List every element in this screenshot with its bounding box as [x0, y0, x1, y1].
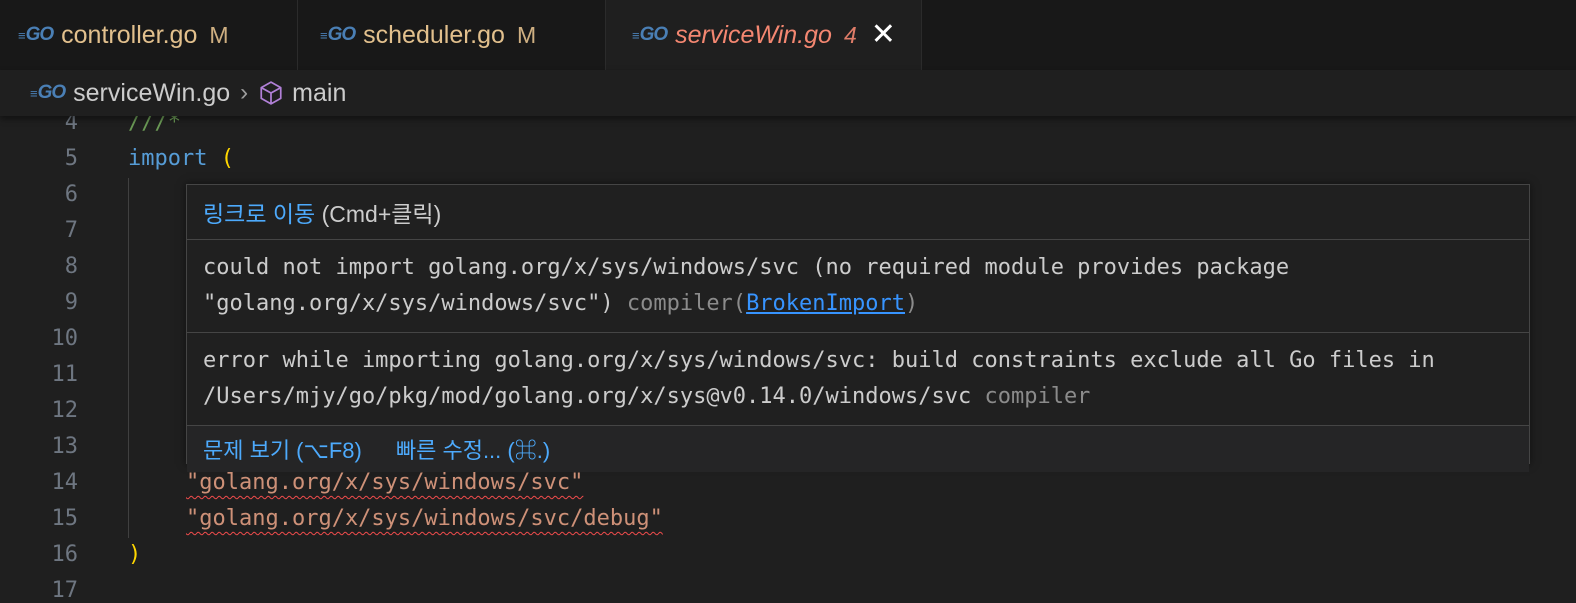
problem-count-badge: 4	[843, 21, 857, 48]
tab-scheduler-go[interactable]: ≡GO scheduler.go M	[298, 0, 606, 70]
line-number: 12	[51, 398, 79, 423]
line-number: 17	[51, 578, 79, 603]
go-file-icon: ≡GO	[30, 82, 66, 103]
tab-label: controller.go	[61, 20, 198, 49]
import-string-error[interactable]: "golang.org/x/sys/windows/svc/debug"	[186, 506, 663, 531]
line-number: 9	[64, 290, 78, 315]
error-code-link[interactable]: BrokenImport	[746, 291, 905, 316]
hover-problem-widget: 링크로 이동 (Cmd+클릭) could not import golang.…	[186, 184, 1530, 472]
goto-link[interactable]: 링크로 이동	[203, 195, 315, 229]
tab-label: scheduler.go	[363, 20, 505, 49]
import-string-error[interactable]: "golang.org/x/sys/windows/svc"	[186, 470, 583, 495]
line-number: 10	[51, 326, 79, 351]
package-cube-icon	[260, 81, 282, 105]
go-file-icon: ≡GO	[320, 24, 356, 45]
line-number: 16	[51, 542, 79, 567]
goto-shortcut: (Cmd+클릭)	[321, 201, 442, 227]
line-number: 13	[51, 434, 79, 459]
tab-servicewin-go[interactable]: ≡GO serviceWin.go 4 ✕	[606, 0, 922, 70]
view-problem-action[interactable]: 문제 보기 (⌥F8)	[203, 433, 362, 465]
line-number: 14	[51, 470, 79, 495]
code-line-import-debug: "golang.org/x/sys/windows/svc/debug"	[186, 506, 663, 531]
line-number: 6	[64, 182, 78, 207]
chevron-right-icon: ›	[240, 79, 249, 106]
error-message-1: could not import golang.org/x/sys/window…	[187, 240, 1529, 333]
go-file-icon: ≡GO	[632, 24, 668, 45]
modified-badge: M	[516, 21, 537, 48]
tab-label: serviceWin.go	[675, 20, 832, 49]
breadcrumb-symbol[interactable]: main	[292, 79, 346, 108]
quick-fix-action[interactable]: 빠른 수정... (⌘.)	[396, 433, 550, 465]
line-number: 5	[64, 146, 78, 171]
line-number: 15	[51, 506, 79, 531]
go-file-icon: ≡GO	[18, 24, 54, 45]
error-message-2: error while importing golang.org/x/sys/w…	[187, 333, 1529, 426]
close-icon[interactable]: ✕	[871, 20, 896, 50]
line-number: 8	[64, 254, 78, 279]
tab-controller-go[interactable]: ≡GO controller.go M	[0, 0, 298, 70]
code-line-import-svc: "golang.org/x/sys/windows/svc"	[186, 470, 583, 495]
code-line-import: import (	[128, 146, 234, 171]
line-number: 7	[64, 218, 78, 243]
goto-link-row: 링크로 이동 (Cmd+클릭)	[187, 185, 1529, 240]
breadcrumb: ≡GO serviceWin.go › main	[0, 70, 1576, 116]
hover-actions: 문제 보기 (⌥F8) 빠른 수정... (⌘.)	[187, 426, 1529, 472]
line-number: 11	[51, 362, 79, 387]
editor-tab-bar: ≡GO controller.go M ≡GO scheduler.go M ≡…	[0, 0, 1576, 70]
code-line-close-paren: )	[128, 542, 142, 567]
indent-guide	[128, 178, 129, 538]
modified-badge: M	[209, 21, 229, 48]
breadcrumb-file[interactable]: serviceWin.go	[73, 79, 230, 108]
